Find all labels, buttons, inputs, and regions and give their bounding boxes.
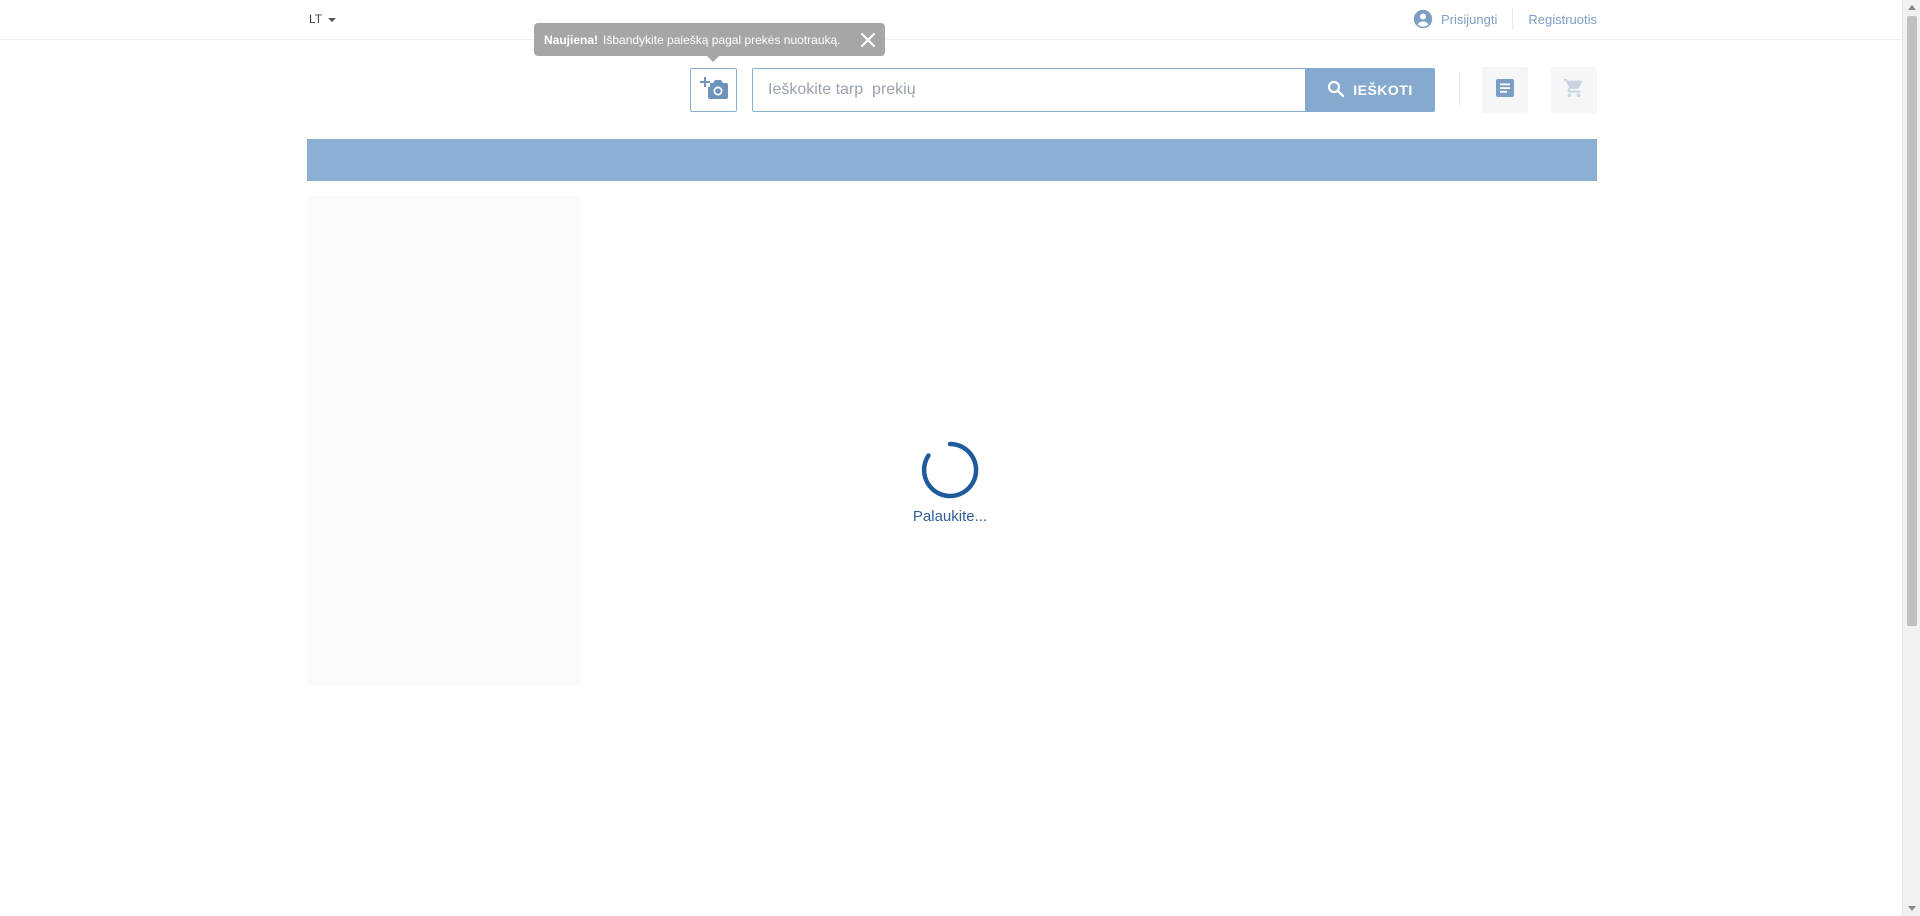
search-input[interactable] (752, 68, 1305, 112)
login-link[interactable]: Prisijungti (1413, 8, 1514, 30)
search-icon (1327, 80, 1345, 101)
caret-down-icon (328, 18, 337, 22)
account-circle-icon (1413, 9, 1433, 29)
close-icon[interactable] (859, 31, 877, 49)
tooltip-message: Išbandykite paiešką pagal prekės nuotrau… (603, 32, 841, 47)
add-photo-icon (699, 75, 728, 106)
scrollbar-thumb[interactable] (1907, 16, 1917, 626)
register-label: Registruotis (1528, 11, 1597, 27)
sidebar-placeholder (307, 196, 581, 686)
cart-button[interactable] (1551, 67, 1597, 113)
category-nav-bar (307, 139, 1597, 181)
vertical-scrollbar[interactable] (1902, 0, 1920, 916)
language-selector[interactable]: LT (309, 12, 337, 26)
search-button-label: IEŠKOTI (1353, 82, 1413, 98)
loading-indicator: Palaukite... (910, 440, 990, 525)
divider (1459, 72, 1460, 108)
auth-links: Prisijungti Registruotis (1413, 8, 1597, 30)
scroll-up-icon[interactable] (1908, 5, 1916, 10)
register-link[interactable]: Registruotis (1513, 12, 1597, 27)
login-label: Prisijungti (1441, 11, 1498, 27)
document-list-icon (1495, 78, 1515, 103)
scroll-down-icon[interactable] (1908, 906, 1916, 911)
cart-icon (1563, 77, 1585, 104)
language-label: LT (309, 12, 323, 26)
top-bar: LT Prisijungti Registruotis (0, 0, 1902, 40)
search-button[interactable]: IEŠKOTI (1305, 68, 1435, 112)
tooltip-bold-text: Naujiena! (544, 32, 599, 47)
image-search-tooltip: Naujiena! Išbandykite paiešką pagal prek… (534, 23, 885, 62)
tooltip-arrow (707, 56, 719, 62)
spinner-icon (921, 441, 979, 499)
image-search-button[interactable] (690, 68, 737, 112)
shopping-list-button[interactable] (1482, 67, 1528, 113)
loading-text: Palaukite... (912, 508, 988, 525)
